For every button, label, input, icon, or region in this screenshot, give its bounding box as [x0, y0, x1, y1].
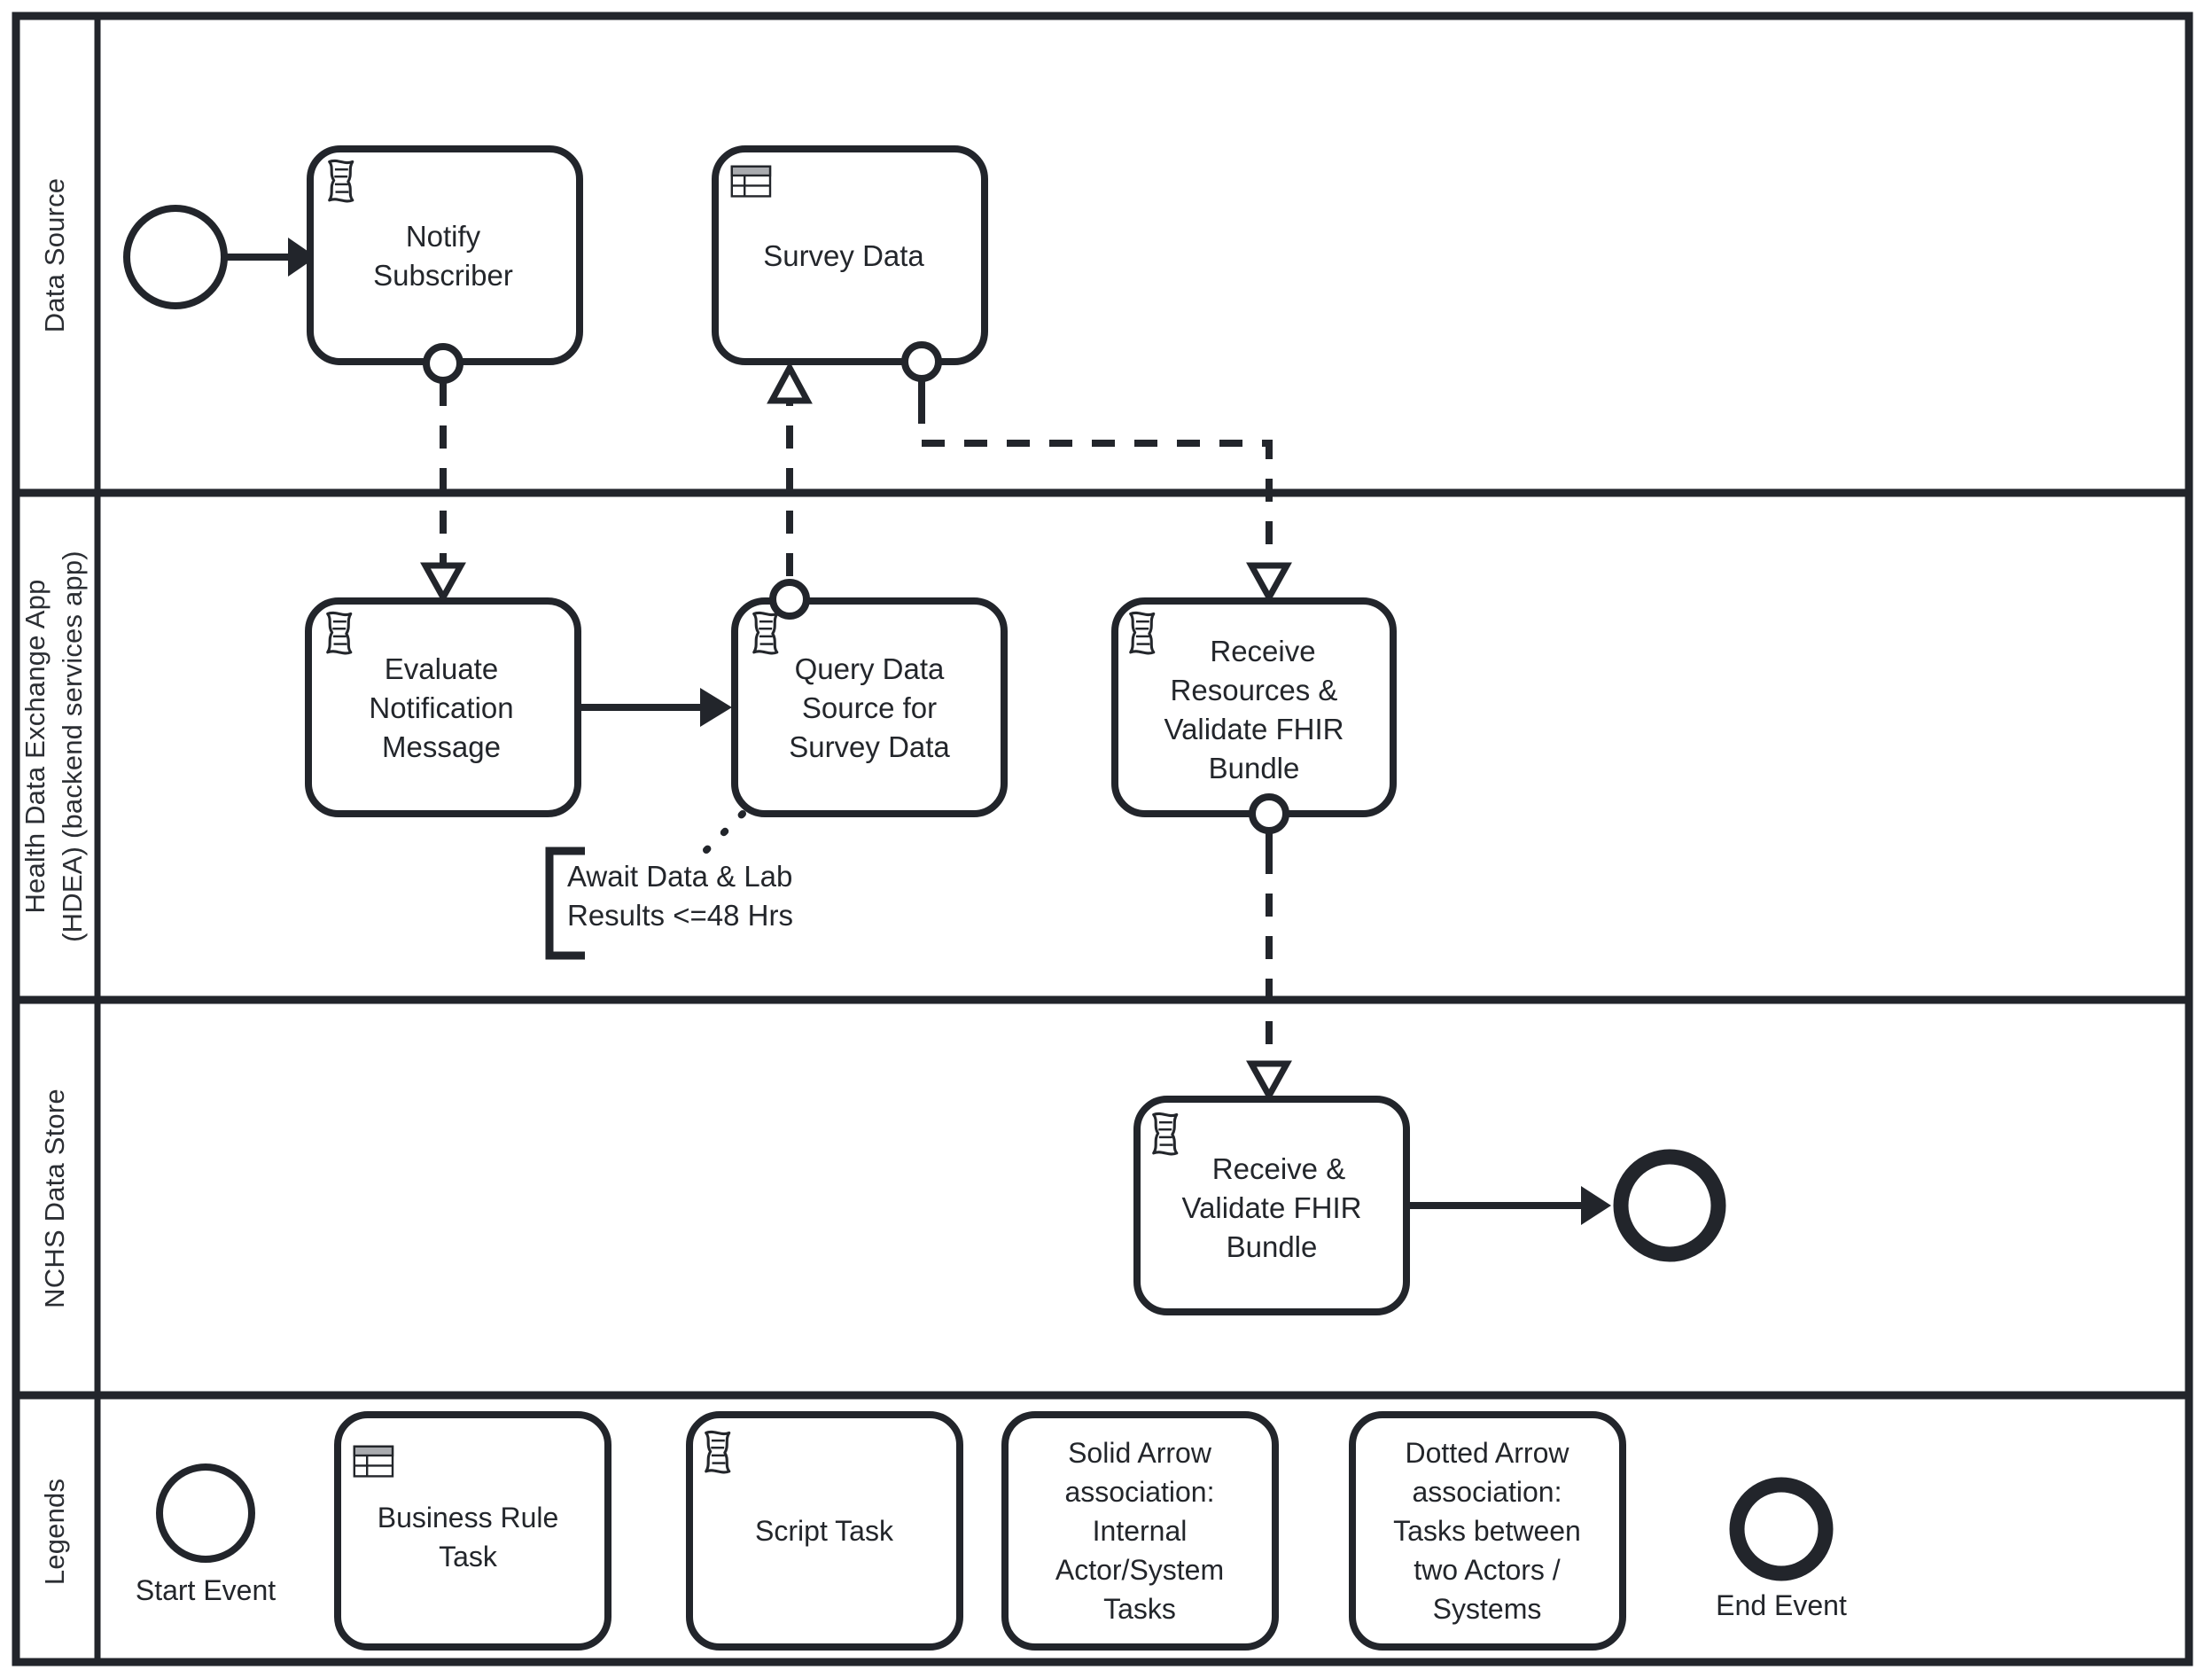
task-query-data-source-for-survey-data[interactable]: Query Data Source for Survey Data: [731, 597, 1008, 817]
lane-label-hdea: Health Data Exchange App (HDEA) (backend…: [19, 550, 88, 942]
task-label-line1: Notify: [406, 220, 481, 253]
legend-start-event-label: Start Event: [136, 1574, 276, 1606]
flow-receive-resources-to-receive-validate: [1246, 793, 1292, 1103]
legend-script-task: Script Task: [686, 1411, 963, 1651]
legend-solid-arrow-association: Solid Arrow association: Internal Actor/…: [1001, 1411, 1279, 1651]
legend-business-rule-task: Business Rule Task: [334, 1411, 611, 1651]
task-receive-validate-fhir-bundle[interactable]: Receive & Validate FHIR Bundle: [1133, 1096, 1410, 1315]
task-label-line3: Message: [382, 730, 501, 763]
legend-label-line2: association:: [1413, 1476, 1562, 1508]
legend-start-event: Start Event: [136, 1463, 276, 1606]
task-label-line1: Receive: [1210, 635, 1315, 667]
legend-label-line3: Tasks between: [1393, 1515, 1581, 1547]
business-rule-task-icon: [730, 165, 772, 198]
script-task-icon: [705, 1430, 731, 1474]
legend-end-event-label: End Event: [1716, 1589, 1847, 1621]
legend-label-line1: Script Task: [755, 1515, 894, 1547]
flow-notify-to-evaluate: [420, 343, 466, 605]
script-task-icon: [752, 611, 779, 655]
legend-label-line1: Business Rule: [378, 1502, 559, 1534]
task-notify-subscriber[interactable]: Notify Subscriber: [307, 145, 583, 365]
task-label-line4: Bundle: [1209, 752, 1300, 784]
bpmn-diagram-svg: Data Source Health Data Exchange App (HD…: [12, 12, 2193, 1666]
task-survey-data[interactable]: Survey Data: [712, 145, 988, 365]
script-task-icon: [1152, 1112, 1179, 1156]
lane-label-text-line2: (HDEA) (backend services app): [57, 550, 88, 942]
lane-label-legends: Legends: [39, 1479, 70, 1585]
task-label-line1: Evaluate: [385, 652, 498, 685]
task-label-line2: Validate FHIR: [1182, 1191, 1362, 1224]
task-receive-resources-validate-fhir-bundle[interactable]: Receive Resources & Validate FHIR Bundle: [1111, 597, 1397, 817]
lane-label-text: NCHS Data Store: [39, 1089, 70, 1308]
task-label-line2: Notification: [369, 691, 513, 724]
flow-start-to-notify: [225, 238, 316, 277]
script-task-icon: [326, 611, 353, 655]
task-label-line3: Validate FHIR: [1164, 713, 1344, 745]
legend-dotted-arrow-association: Dotted Arrow association: Tasks between …: [1349, 1411, 1626, 1651]
legend-label-line3: Internal: [1093, 1515, 1188, 1547]
flow-evaluate-to-query: [580, 688, 732, 727]
task-label-line3: Bundle: [1227, 1230, 1318, 1263]
flow-query-to-annotation: [697, 810, 746, 860]
task-evaluate-notification-message[interactable]: Evaluate Notification Message: [305, 597, 581, 817]
lane-label-data-source: Data Source: [39, 178, 70, 333]
flow-survey-data-to-receive-resources: [901, 341, 1292, 605]
lane-label-nchs: NCHS Data Store: [39, 1089, 70, 1308]
task-label-line1: Query Data: [795, 652, 945, 685]
legend-label-line4: Actor/System: [1055, 1554, 1224, 1586]
annotation-await-data: Await Data & Lab Results <=48 Hrs: [545, 847, 793, 960]
legend-label-line1: Dotted Arrow: [1406, 1437, 1570, 1469]
lane-label-text: Data Source: [39, 178, 70, 333]
task-label-line2: Subscriber: [373, 259, 513, 292]
legend-label-line1: Solid Arrow: [1068, 1437, 1212, 1469]
task-label-line1: Receive &: [1212, 1152, 1345, 1185]
end-event[interactable]: [1613, 1149, 1726, 1262]
start-event[interactable]: [123, 205, 228, 309]
legend-label-line5: Tasks: [1103, 1593, 1176, 1625]
legend-end-event: End Event: [1716, 1477, 1847, 1621]
lane-label-text-line1: Health Data Exchange App: [19, 579, 51, 913]
task-label-line3: Survey Data: [789, 730, 950, 763]
annotation-line1: Await Data & Lab: [567, 860, 792, 893]
legend-label-line5: Systems: [1433, 1593, 1542, 1625]
flow-receive-validate-to-end-event: [1407, 1186, 1611, 1225]
lane-label-text: Legends: [39, 1479, 70, 1585]
task-label-line1: Survey Data: [763, 239, 924, 272]
task-label-line2: Resources &: [1171, 674, 1338, 706]
legend-label-line2: association:: [1065, 1476, 1215, 1508]
annotation-line2: Results <=48 Hrs: [567, 899, 793, 932]
legend-label-line2: Task: [439, 1541, 498, 1573]
task-label-line2: Source for: [802, 691, 937, 724]
bpmn-diagram-canvas: Data Source Health Data Exchange App (HD…: [0, 0, 2212, 1678]
business-rule-task-icon: [353, 1445, 394, 1478]
legend-label-line4: two Actors /: [1414, 1554, 1561, 1586]
script-task-icon: [1129, 611, 1156, 655]
script-task-icon: [328, 159, 354, 203]
